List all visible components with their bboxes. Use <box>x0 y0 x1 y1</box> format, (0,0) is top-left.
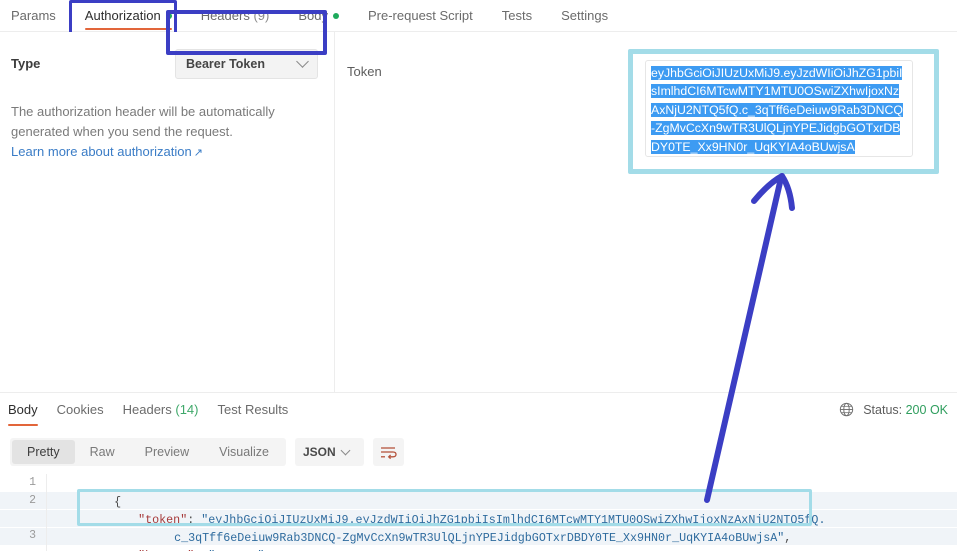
auth-type-label: Type <box>11 56 41 71</box>
response-view-segmented-control: Pretty Raw Preview Visualize <box>10 438 286 466</box>
response-language-value: JSON <box>302 445 336 459</box>
line-number: 3 <box>29 529 36 542</box>
tab-headers-label: Headers <box>200 8 250 23</box>
response-tab-test-results[interactable]: Test Results <box>218 393 289 426</box>
response-format-bar: Pretty Raw Preview Visualize JSON <box>0 430 957 474</box>
request-tab-bar: Params Authorization Headers (9) Body Pr… <box>0 0 957 31</box>
arrow-head-left <box>751 173 785 204</box>
auth-type-value: Bearer Token <box>186 57 265 71</box>
response-tab-body-label: Body <box>8 402 38 417</box>
code-line-3: "bearer": "Bearer", <box>82 530 271 551</box>
tab-authorization[interactable]: Authorization <box>84 0 172 31</box>
external-link-icon: ↗ <box>193 147 203 159</box>
globe-icon <box>840 402 854 417</box>
active-tab-underline <box>84 28 172 30</box>
response-tab-headers[interactable]: Headers (14) <box>123 393 199 426</box>
wrap-lines-icon <box>380 446 397 459</box>
tab-params[interactable]: Params <box>11 0 56 31</box>
tab-headers[interactable]: Headers (9) <box>201 0 270 31</box>
chevron-down-icon <box>340 445 351 455</box>
tab-pre-request-script-label: Pre-request Script <box>367 8 473 23</box>
view-visualize-label: Visualize <box>219 445 269 459</box>
authorization-panel: Type Bearer Token The authorization head… <box>0 32 334 392</box>
response-language-dropdown[interactable]: JSON <box>294 438 364 466</box>
response-tab-headers-count: (14) <box>175 402 199 417</box>
view-pretty-button[interactable]: Pretty <box>12 440 75 464</box>
line-number: 1 <box>29 476 36 489</box>
arrow-head-right <box>779 173 795 211</box>
tab-body-label: Body <box>298 8 328 23</box>
postman-request-response-view: Params Authorization Headers (9) Body Pr… <box>0 0 957 551</box>
tab-body[interactable]: Body <box>298 0 339 31</box>
auth-description: The authorization header will be automat… <box>11 104 275 139</box>
tab-headers-count: (9) <box>253 8 270 23</box>
view-visualize-button[interactable]: Visualize <box>204 440 284 464</box>
view-raw-button[interactable]: Raw <box>75 440 130 464</box>
response-status-area: Status: 200 OK <box>839 393 948 426</box>
json-comma: , <box>784 530 792 545</box>
token-field-label: Token <box>347 64 382 79</box>
tab-tests-label: Tests <box>501 8 533 23</box>
status-code: 200 OK <box>905 402 948 417</box>
response-tab-body[interactable]: Body <box>8 393 38 426</box>
tab-authorization-label: Authorization <box>84 8 161 23</box>
wrap-lines-button[interactable] <box>372 438 404 466</box>
status-badge: Status: 200 OK <box>863 403 948 417</box>
response-body-viewer[interactable]: 1 2 3 { "token": "eyJhbGciOiJIUzUxMiJ9.e… <box>0 474 957 551</box>
response-tab-headers-label: Headers <box>122 402 172 417</box>
line-number: 2 <box>29 494 36 507</box>
token-value: eyJhbGciOiJIUzUxMiJ9.eyJzdWIiOiJhZG1pbiI… <box>651 66 903 154</box>
response-tab-test-results-label: Test Results <box>217 402 289 417</box>
tab-params-label: Params <box>11 8 56 23</box>
view-pretty-label: Pretty <box>27 445 60 459</box>
line-number-gutter: 1 2 3 <box>0 474 47 551</box>
view-preview-button[interactable]: Preview <box>130 440 204 464</box>
auth-type-dropdown[interactable]: Bearer Token <box>175 49 318 79</box>
body-status-dot-icon <box>332 12 339 19</box>
response-active-tab-underline <box>8 424 38 426</box>
chevron-down-icon <box>296 54 309 68</box>
tab-settings[interactable]: Settings <box>561 0 608 31</box>
response-tab-cookies[interactable]: Cookies <box>57 393 104 426</box>
status-prefix: Status: <box>863 402 903 417</box>
learn-more-label: Learn more about authorization <box>11 144 192 159</box>
token-input[interactable]: eyJhbGciOiJIUzUxMiJ9.eyJzdWIiOiJhZG1pbiI… <box>645 60 913 157</box>
panel-vertical-divider <box>334 32 335 392</box>
tab-pre-request-script[interactable]: Pre-request Script <box>368 0 473 31</box>
response-tab-bar: Body Cookies Headers (14) Test Results S… <box>0 393 957 426</box>
code-lines: { "token": "eyJhbGciOiJIUzUxMiJ9.eyJzdWI… <box>48 474 957 551</box>
view-preview-label: Preview <box>144 445 190 459</box>
view-raw-label: Raw <box>89 445 115 459</box>
learn-more-about-authorization-link[interactable]: Learn more about authorization ↗ <box>11 144 203 159</box>
tab-settings-label: Settings <box>561 8 609 23</box>
response-tab-cookies-label: Cookies <box>56 402 104 417</box>
authorization-status-dot-icon <box>165 12 172 19</box>
tab-tests[interactable]: Tests <box>502 0 532 31</box>
